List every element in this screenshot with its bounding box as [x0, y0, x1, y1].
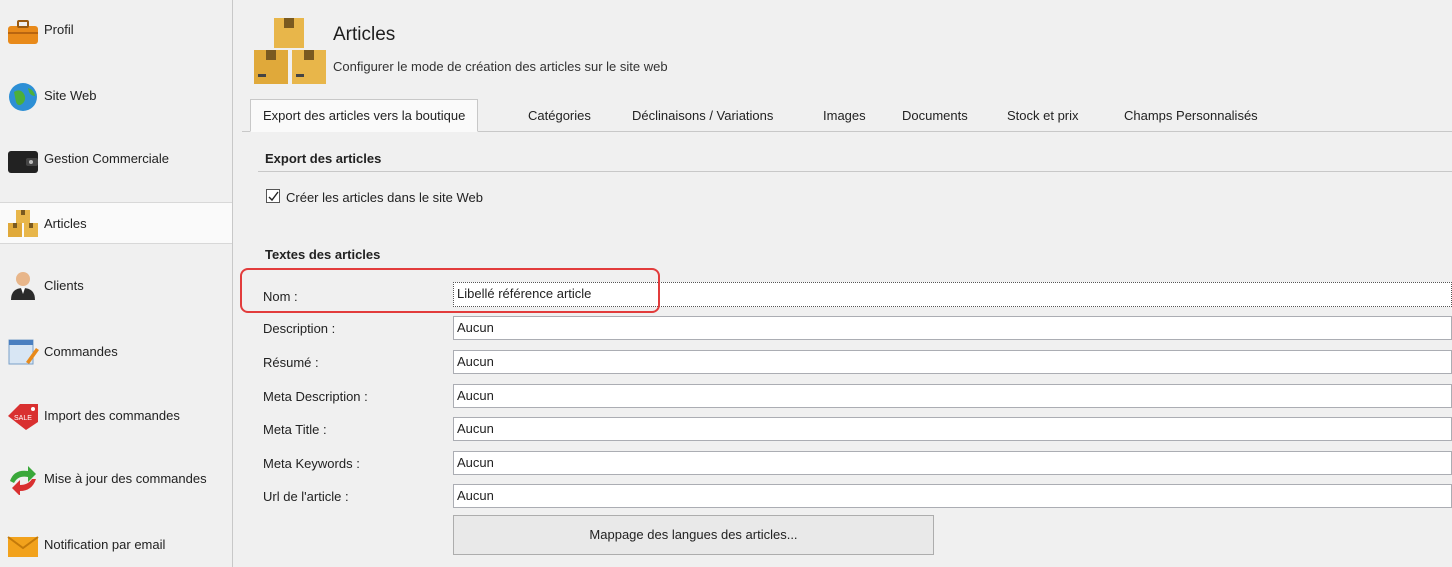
sidebar-item-site-web[interactable]: Site Web	[0, 75, 232, 115]
sidebar-item-commandes[interactable]: Commandes	[0, 331, 232, 371]
sidebar-item-label: Mise à jour des commandes	[44, 470, 207, 486]
wallet-icon	[6, 141, 40, 175]
resume-select[interactable]: Aucun	[453, 350, 1452, 374]
mapping-languages-button[interactable]: Mappage des langues des articles...	[453, 515, 934, 555]
tab-categories[interactable]: Catégories	[516, 100, 603, 130]
sale-tag-icon: SALE	[6, 398, 40, 432]
tab-images[interactable]: Images	[811, 100, 878, 130]
sidebar-item-clients[interactable]: Clients	[0, 265, 232, 305]
articles-boxes-icon	[254, 16, 326, 88]
tab-documents[interactable]: Documents	[890, 100, 980, 130]
sidebar-item-label: Notification par email	[44, 536, 166, 552]
tab-bar: Export des articles vers la boutique Cat…	[242, 99, 1452, 132]
sidebar-item-label: Import des commandes	[44, 407, 180, 423]
tab-declinaisons[interactable]: Déclinaisons / Variations	[620, 100, 785, 130]
sidebar-item-import-commandes[interactable]: SALE Import des commandes	[0, 395, 232, 435]
sidebar-item-label: Profil	[44, 21, 74, 37]
page-subtitle: Configurer le mode de création des artic…	[333, 59, 668, 74]
meta-title-label: Meta Title :	[263, 422, 327, 437]
boxes-icon	[6, 206, 40, 240]
sidebar-item-label: Articles	[44, 215, 87, 231]
sync-arrows-icon	[6, 461, 40, 496]
url-article-select[interactable]: Aucun	[453, 484, 1452, 508]
email-icon	[6, 527, 40, 561]
sidebar-item-articles[interactable]: Articles	[0, 202, 232, 244]
nom-label: Nom :	[263, 289, 298, 304]
sidebar-item-label: Gestion Commerciale	[44, 150, 169, 166]
page-title: Articles	[333, 24, 396, 45]
sidebar-item-mise-a-jour[interactable]: Mise à jour des commandes	[0, 458, 232, 498]
user-icon	[6, 268, 40, 302]
url-article-label: Url de l'article :	[263, 489, 349, 504]
sidebar-item-profil[interactable]: Profil	[0, 9, 232, 49]
resume-label: Résumé :	[263, 355, 319, 370]
checkbox-label: Créer les articles dans le site Web	[286, 190, 484, 205]
meta-keywords-select[interactable]: Aucun	[453, 451, 1452, 475]
sidebar-item-label: Clients	[44, 277, 84, 293]
tab-stock-prix[interactable]: Stock et prix	[995, 100, 1091, 130]
description-label: Description :	[263, 321, 336, 336]
tab-champs-personnalises[interactable]: Champs Personnalisés	[1112, 100, 1270, 130]
calendar-pen-icon	[6, 334, 40, 368]
globe-icon	[6, 78, 40, 112]
sidebar-item-label: Site Web	[44, 87, 97, 103]
section-title-textes: Textes des articles	[265, 247, 381, 262]
meta-keywords-label: Meta Keywords :	[263, 456, 360, 471]
meta-description-select[interactable]: Aucun	[453, 384, 1452, 408]
briefcase-icon	[6, 12, 40, 46]
svg-text:SALE: SALE	[14, 415, 32, 422]
meta-title-select[interactable]: Aucun	[453, 417, 1452, 441]
create-articles-checkbox[interactable]	[266, 189, 280, 203]
check-icon	[268, 191, 279, 202]
nom-select[interactable]: Libellé référence article	[453, 282, 1452, 307]
section-title-export: Export des articles	[265, 151, 382, 166]
sidebar-item-label: Commandes	[44, 343, 118, 359]
sidebar-item-gestion-commerciale[interactable]: Gestion Commerciale	[0, 138, 232, 178]
tab-export-articles[interactable]: Export des articles vers la boutique	[250, 99, 479, 132]
sidebar: Profil Site Web Gestion Commerciale Arti…	[0, 0, 233, 567]
meta-description-label: Meta Description :	[263, 389, 368, 404]
description-select[interactable]: Aucun	[453, 316, 1452, 340]
divider	[258, 171, 1452, 172]
sidebar-item-notification[interactable]: Notification par email	[0, 524, 232, 564]
